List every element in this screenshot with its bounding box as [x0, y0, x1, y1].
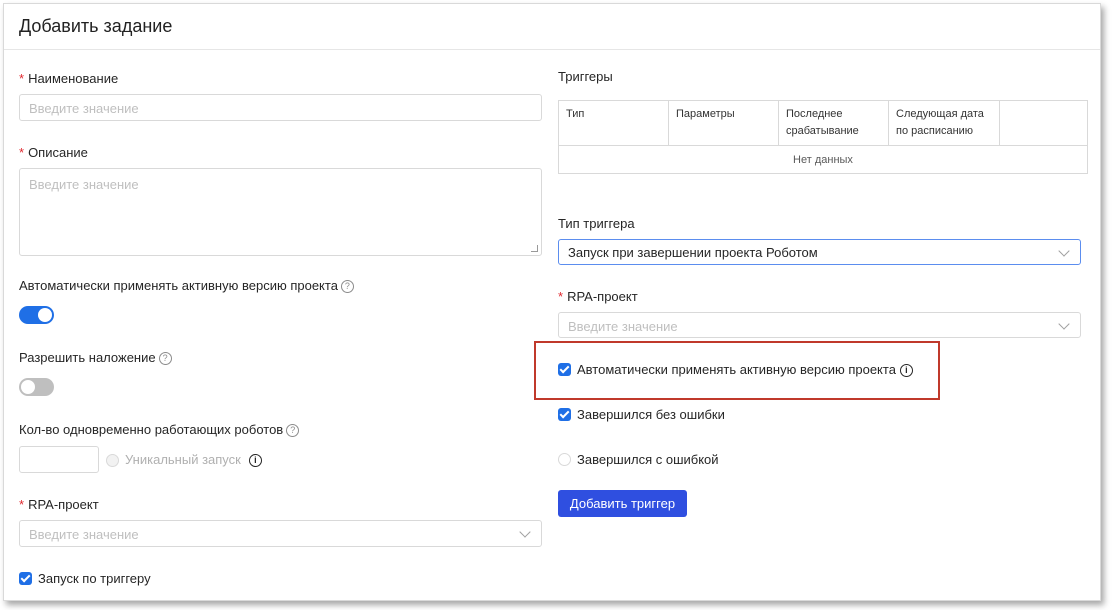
name-label: * Наименование — [19, 71, 119, 86]
right-auto-version-checkbox[interactable] — [558, 363, 571, 376]
right-rpa-project-placeholder: Введите значение — [568, 319, 678, 334]
help-icon[interactable]: ? — [340, 280, 354, 293]
right-rpa-project-select[interactable]: Введите значение — [558, 312, 1081, 338]
rpa-project-select[interactable]: Введите значение — [19, 520, 542, 547]
unique-launch-label-text: Уникальный запуск — [125, 452, 241, 467]
right-auto-version-label: Автоматически применять активную версию … — [577, 362, 913, 377]
rpa-project-label-text: RPA-проект — [28, 497, 99, 512]
chevron-down-icon — [1058, 245, 1070, 257]
name-placeholder: Введите значение — [29, 101, 139, 116]
unique-launch-label: Уникальный запуск i — [125, 452, 262, 467]
allow-overlap-toggle[interactable] — [19, 378, 54, 396]
unique-launch-radio[interactable] — [106, 454, 119, 467]
description-label: * Описание — [19, 145, 88, 160]
trigger-launch-label: Запуск по триггеру — [38, 571, 151, 586]
toggle-knob — [38, 308, 52, 322]
col-actions — [999, 100, 1088, 146]
dialog-header: Добавить задание — [4, 4, 1100, 50]
info-icon[interactable]: i — [248, 454, 262, 467]
trigger-launch-checkbox[interactable] — [19, 572, 32, 585]
description-textarea[interactable]: Введите значение — [19, 168, 542, 256]
name-label-text: Наименование — [28, 71, 119, 86]
auto-version-label: Автоматически применять активную версию … — [19, 278, 354, 293]
col-next-date: Следующая дата по расписанию — [888, 100, 1000, 146]
trigger-type-label: Тип триггера — [558, 216, 635, 231]
right-rpa-project-label-text: RPA-проект — [567, 289, 638, 304]
allow-overlap-label: Разрешить наложение? — [19, 350, 172, 365]
rpa-project-label: * RPA-проект — [19, 497, 99, 512]
resize-handle-icon[interactable] — [531, 245, 538, 252]
add-trigger-button[interactable]: Добавить триггер — [558, 490, 687, 517]
table-row: Нет данных — [558, 145, 1088, 174]
toggle-knob — [21, 380, 35, 394]
triggers-table: Тип Параметры Последнее срабатывание Сле… — [558, 100, 1088, 174]
robots-count-input[interactable] — [19, 446, 99, 473]
right-auto-version-label-text: Автоматически применять активную версию … — [577, 362, 896, 377]
description-placeholder: Введите значение — [29, 177, 139, 192]
robots-count-label-text: Кол-во одновременно работающих роботов — [19, 422, 284, 437]
trigger-type-select[interactable]: Запуск при завершении проекта Роботом — [558, 239, 1081, 265]
finished-error-label: Завершился с ошибкой — [577, 452, 719, 467]
finished-error-checkbox[interactable] — [558, 453, 571, 466]
col-params: Параметры — [668, 100, 779, 146]
help-icon[interactable]: ? — [286, 424, 300, 437]
robots-count-label: Кол-во одновременно работающих роботов? — [19, 422, 300, 437]
auto-version-toggle[interactable] — [19, 306, 54, 324]
info-icon[interactable]: i — [899, 364, 913, 377]
chevron-down-icon — [1058, 318, 1070, 330]
empty-text: Нет данных — [558, 145, 1088, 174]
finished-ok-label: Завершился без ошибки — [577, 407, 725, 422]
finished-ok-checkbox[interactable] — [558, 408, 571, 421]
rpa-project-placeholder: Введите значение — [29, 527, 139, 542]
triggers-title: Триггеры — [558, 69, 613, 84]
trigger-type-value: Запуск при завершении проекта Роботом — [568, 245, 818, 260]
auto-version-label-text: Автоматически применять активную версию … — [19, 278, 338, 293]
help-icon[interactable]: ? — [158, 352, 172, 365]
allow-overlap-label-text: Разрешить наложение — [19, 350, 156, 365]
col-last-fired: Последнее срабатывание — [778, 100, 889, 146]
add-task-dialog: Добавить задание * Наименование Введите з… — [3, 3, 1101, 601]
right-rpa-project-label: * RPA-проект — [558, 289, 638, 304]
dialog-title: Добавить задание — [19, 16, 173, 36]
description-label-text: Описание — [28, 145, 88, 160]
chevron-down-icon — [519, 526, 531, 538]
table-header-row: Тип Параметры Последнее срабатывание Сле… — [558, 100, 1088, 146]
name-input[interactable]: Введите значение — [19, 94, 542, 121]
col-type: Тип — [558, 100, 669, 146]
